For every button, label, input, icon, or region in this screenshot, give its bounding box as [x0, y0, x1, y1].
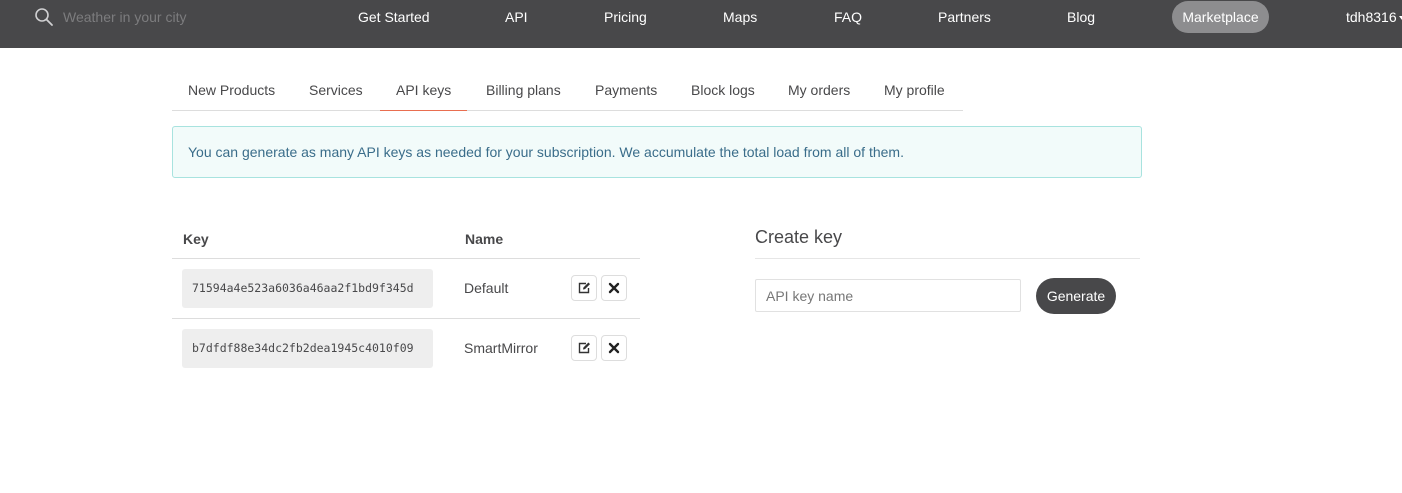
- search-icon[interactable]: [34, 7, 54, 27]
- nav-api[interactable]: API: [505, 0, 528, 34]
- tab-my-profile[interactable]: My profile: [884, 74, 945, 111]
- api-key-value: b7dfdf88e34dc2fb2dea1945c4010f09: [182, 329, 433, 368]
- nav-marketplace-button[interactable]: Marketplace: [1172, 1, 1269, 33]
- tab-services[interactable]: Services: [309, 74, 363, 111]
- nav-faq[interactable]: FAQ: [834, 0, 862, 34]
- tab-billing-plans[interactable]: Billing plans: [486, 74, 561, 111]
- api-key-name: SmartMirror: [464, 340, 538, 356]
- nav-blog[interactable]: Blog: [1067, 0, 1095, 34]
- delete-key-button[interactable]: [601, 275, 627, 301]
- tab-new-products[interactable]: New Products: [188, 74, 275, 111]
- divider: [755, 258, 1140, 259]
- tab-payments[interactable]: Payments: [595, 74, 657, 111]
- info-alert: You can generate as many API keys as nee…: [172, 126, 1142, 178]
- table-row: 71594a4e523a6036a46aa2f1bd9f345d Default: [172, 258, 640, 318]
- nav-pricing[interactable]: Pricing: [604, 0, 647, 34]
- edit-key-button[interactable]: [571, 275, 597, 301]
- edit-icon: [578, 282, 590, 294]
- nav-maps[interactable]: Maps: [723, 0, 757, 34]
- search-box: [34, 6, 293, 28]
- generate-button[interactable]: Generate: [1036, 278, 1116, 314]
- tab-my-orders[interactable]: My orders: [788, 74, 850, 111]
- nav-get-started[interactable]: Get Started: [358, 0, 430, 34]
- create-key-title: Create key: [755, 227, 843, 247]
- edit-key-button[interactable]: [571, 335, 597, 361]
- tab-api-keys[interactable]: API keys: [380, 74, 468, 111]
- account-tabs: New Products Services API keys Billing p…: [172, 74, 963, 111]
- api-key-name-input[interactable]: [755, 279, 1021, 312]
- delete-icon: [608, 342, 620, 354]
- edit-icon: [578, 342, 590, 354]
- delete-key-button[interactable]: [601, 335, 627, 361]
- api-key-name: Default: [464, 280, 509, 296]
- search-input[interactable]: [63, 6, 293, 28]
- api-key-value: 71594a4e523a6036a46aa2f1bd9f345d: [182, 269, 433, 308]
- top-navbar: Get Started API Pricing Maps FAQ Partner…: [0, 0, 1402, 48]
- username: tdh8316: [1346, 9, 1397, 25]
- column-header-key: Key: [183, 231, 209, 247]
- tab-block-logs[interactable]: Block logs: [691, 74, 755, 111]
- nav-partners[interactable]: Partners: [938, 0, 991, 34]
- user-menu[interactable]: tdh8316: [1346, 0, 1402, 34]
- column-header-name: Name: [465, 231, 504, 247]
- table-row: b7dfdf88e34dc2fb2dea1945c4010f09 SmartMi…: [172, 318, 640, 378]
- caret-down-icon: [1398, 16, 1402, 21]
- delete-icon: [608, 282, 620, 294]
